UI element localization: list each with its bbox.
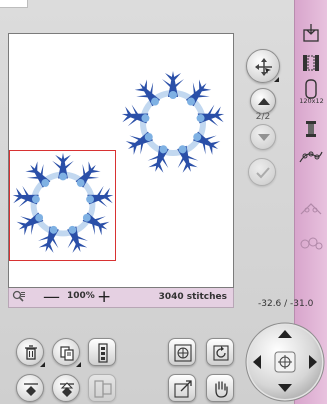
- confirm-icon: [256, 167, 270, 179]
- layer-button[interactable]: [88, 374, 116, 402]
- embroidery-canvas[interactable]: [8, 33, 234, 288]
- layer-icon: [94, 380, 112, 398]
- stitch-count: 3040 stitches: [158, 292, 227, 302]
- direction-pad[interactable]: [244, 318, 327, 404]
- coordinate-readout: -32.6 / -31.0: [258, 299, 314, 309]
- thread-spool-icon[interactable]: [300, 118, 322, 140]
- delete-button[interactable]: [16, 338, 45, 367]
- scroll-down-button[interactable]: [250, 124, 276, 150]
- resize-icon: [174, 380, 192, 398]
- app-window: — 100% + 3040 stitches 2/2 120x12 -32.6 …: [0, 0, 327, 404]
- hoop-size-label: 120x12: [299, 97, 324, 105]
- page-indicator: 2/2: [255, 112, 271, 122]
- duplicate-button[interactable]: [52, 338, 81, 367]
- stitch-edit-icon[interactable]: [297, 198, 325, 220]
- move-up-layer-button[interactable]: [16, 374, 44, 402]
- zoom-level: 100%: [67, 291, 95, 301]
- move-down-layer-button[interactable]: [52, 374, 80, 402]
- stitch-density-icon[interactable]: [297, 232, 325, 254]
- design-snowflake-2[interactable]: [8, 148, 118, 260]
- selected-design-frame[interactable]: [9, 150, 116, 261]
- duplicate-icon: [60, 346, 74, 361]
- move-up-icon: [24, 383, 38, 396]
- zoom-icon[interactable]: [12, 290, 26, 304]
- confirm-button[interactable]: [248, 158, 276, 186]
- group-button[interactable]: [88, 338, 116, 366]
- resize-button[interactable]: [168, 374, 196, 402]
- move-design-button[interactable]: [246, 49, 280, 83]
- move-icon: [255, 58, 272, 76]
- center-icon: [174, 344, 192, 362]
- stitch-tool-icon[interactable]: [297, 146, 325, 168]
- top-stub-tab: [0, 0, 28, 8]
- pan-button[interactable]: [206, 374, 234, 402]
- load-design-icon[interactable]: [300, 22, 322, 44]
- center-button[interactable]: [168, 338, 196, 366]
- rotate-icon: [213, 345, 229, 361]
- pan-hand-icon: [215, 381, 228, 398]
- delete-icon: [25, 345, 37, 360]
- hoop-selector-icon[interactable]: [300, 52, 322, 74]
- group-icon: [98, 343, 108, 363]
- canvas-status-bar: — 100% + 3040 stitches: [8, 288, 234, 308]
- zoom-in-button[interactable]: +: [97, 288, 111, 306]
- corner-indicator: [274, 77, 279, 82]
- scroll-down-icon: [258, 134, 270, 141]
- design-snowflake-1[interactable]: [117, 67, 229, 179]
- scroll-up-button[interactable]: [250, 88, 276, 114]
- rotate-button[interactable]: [206, 338, 234, 366]
- scroll-up-icon: [258, 98, 270, 105]
- move-down-icon: [60, 382, 74, 397]
- zoom-out-button[interactable]: —: [43, 288, 60, 306]
